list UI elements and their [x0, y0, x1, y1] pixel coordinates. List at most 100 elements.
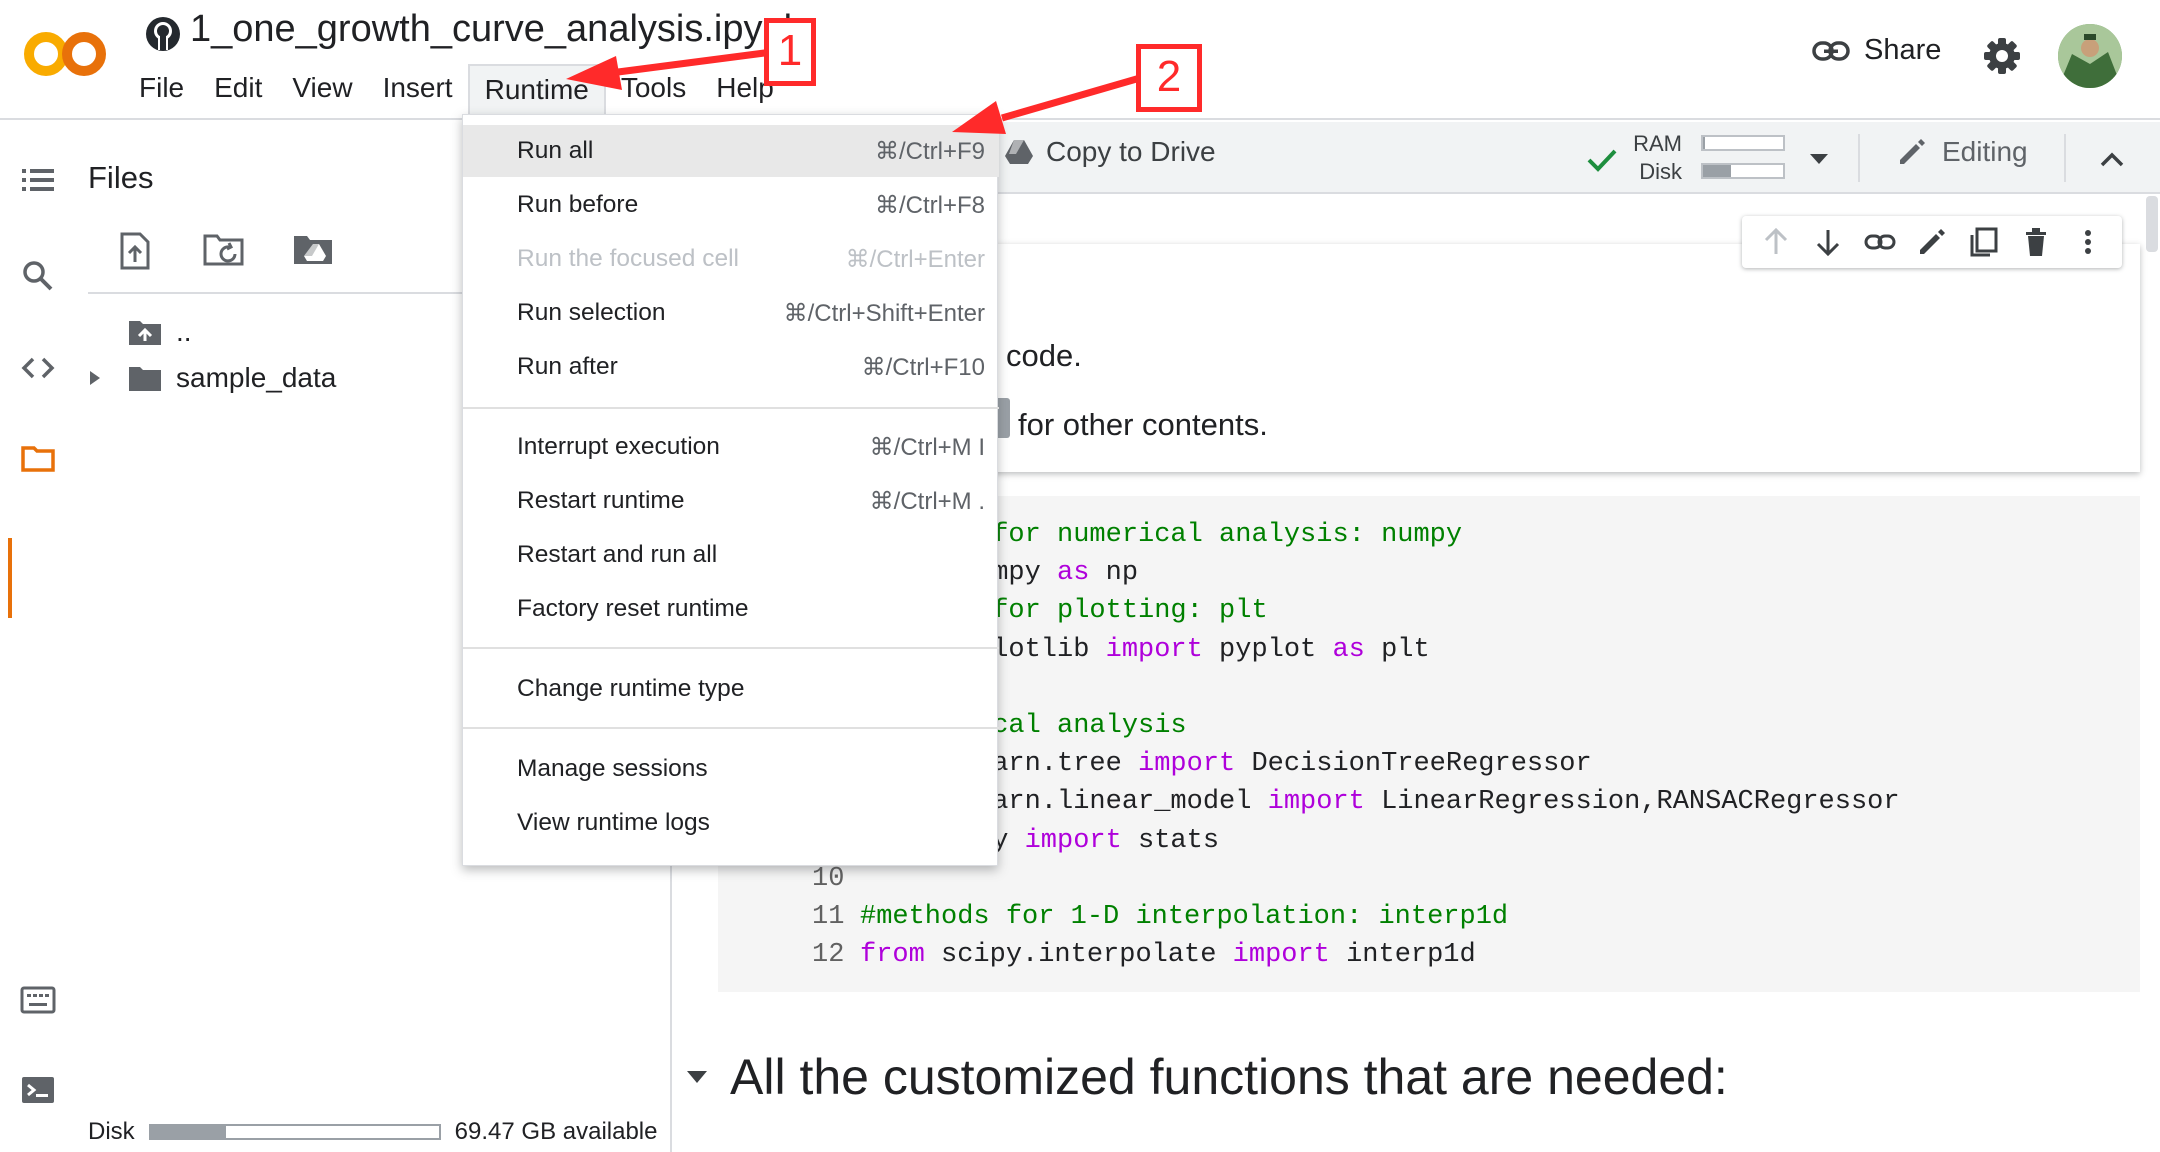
runtime-menu-item[interactable]: Run all ⌘/Ctrl+F9 [463, 125, 999, 177]
runtime-menu-item[interactable]: Manage sessions [463, 743, 999, 795]
code-token: as [1057, 558, 1090, 589]
tree-row-sample-data[interactable]: sample_data [88, 358, 336, 398]
menu-item-shortcut: ⌘/Ctrl+Shift+Enter [783, 299, 985, 327]
menu-separator [463, 407, 999, 409]
drive-folder-icon[interactable] [292, 230, 334, 272]
connected-check-icon[interactable] [1584, 142, 1620, 178]
code-line: for numerical analysis: numpy [976, 520, 1462, 550]
code-token: for numerical analysis: numpy [976, 520, 1463, 550]
refresh-folder-icon[interactable] [202, 230, 244, 272]
menu-item-label: Restart runtime [517, 487, 685, 514]
copy-to-drive-button[interactable]: Copy to Drive [1004, 136, 1216, 168]
text-cell-line-1: code. [1006, 338, 1082, 373]
arrow-down-icon[interactable] [1812, 226, 1844, 258]
code-token: earn.linear_model [976, 787, 1268, 818]
runtime-menu-item[interactable]: Run selection ⌘/Ctrl+Shift+Enter [463, 287, 999, 339]
runtime-menu-item[interactable]: Restart runtime ⌘/Ctrl+M . [463, 475, 999, 527]
menu-separator [463, 647, 999, 649]
code-token: import [1138, 749, 1236, 780]
trash-icon[interactable] [2020, 226, 2052, 258]
editing-mode-button[interactable]: Editing [1896, 136, 2028, 168]
menu-item-shortcut: ⌘/Ctrl+M I [869, 433, 985, 461]
runtime-menu-item[interactable]: Run after ⌘/Ctrl+F10 [463, 341, 999, 393]
runtime-menu-item[interactable]: Run before ⌘/Ctrl+F8 [463, 179, 999, 231]
search-icon[interactable] [18, 256, 58, 296]
menu-view[interactable]: View [277, 64, 367, 114]
code-token: from [860, 940, 925, 971]
menu-item-label: Run selection [517, 299, 666, 326]
menu-item-label: View runtime logs [517, 809, 710, 836]
code-line: py import stats [976, 826, 1219, 856]
menu-item-label: Manage sessions [517, 755, 708, 782]
code-line: #methods for 1-D interpolation: interp1d [860, 902, 1508, 932]
tree-label-sample-data: sample_data [176, 362, 337, 393]
menu-item-label: Factory reset runtime [517, 595, 749, 622]
menu-item-label: Run after [517, 353, 618, 380]
menu-item-shortcut: ⌘/Ctrl+F9 [874, 137, 985, 165]
runtime-menu: Run all ⌘/Ctrl+F9 Run before ⌘/Ctrl+F8 Run t… [462, 114, 999, 866]
copy-to-drive-label: Copy to Drive [1046, 136, 1216, 167]
menu-insert[interactable]: Insert [368, 64, 468, 114]
menu-runtime[interactable]: Runtime [467, 64, 606, 114]
code-token: stats [1121, 825, 1220, 856]
menu-item-shortcut: ⌘/Ctrl+F10 [861, 353, 985, 381]
app-header: 1_one_growth_curve_analysis.ipynb File E… [0, 0, 2160, 120]
more-vert-icon[interactable] [2072, 226, 2104, 258]
resource-labels[interactable]: RAM Disk [1630, 130, 1682, 186]
disk-usage-bar [148, 1124, 441, 1140]
runtime-menu-item[interactable]: View runtime logs [463, 797, 999, 849]
menu-item-label: Run the focused cell [517, 245, 739, 272]
menu-tools[interactable]: Tools [606, 64, 701, 114]
colab-logo[interactable] [22, 24, 112, 84]
code-line: umpy as np [976, 558, 1138, 588]
menu-file[interactable]: File [124, 64, 199, 114]
link-icon[interactable] [1864, 226, 1896, 258]
code-line: earn.linear_model import LinearRegressio… [976, 787, 1900, 817]
code-line: from scipy.interpolate import interp1d [860, 940, 1476, 970]
drive-icon [1004, 138, 1034, 166]
files-disk-status: Disk 69.47 GB available [88, 1118, 657, 1146]
terminal-icon[interactable] [18, 1070, 58, 1110]
collapse-chevron-icon[interactable] [2094, 142, 2130, 178]
annotation-label-1: 1 [764, 18, 816, 86]
code-line: plotlib import pyplot as plt [976, 635, 1430, 665]
menu-item-shortcut: ⌘/Ctrl+Enter [845, 245, 985, 273]
share-button[interactable]: Share [1812, 34, 1941, 67]
folder-icon[interactable] [18, 438, 58, 478]
code-token: np [1089, 558, 1139, 589]
line-number: 11 [812, 902, 845, 932]
code-line: ical analysis [976, 711, 1187, 741]
upload-icon[interactable] [114, 230, 156, 272]
folder-up-icon [128, 318, 162, 346]
runtime-menu-item[interactable]: Interrupt execution ⌘/Ctrl+M I [463, 421, 999, 473]
disk-usage-fill [1703, 165, 1731, 177]
toc-icon[interactable] [18, 160, 58, 200]
tree-row-parent[interactable]: .. [88, 312, 192, 352]
code-line: for plotting: plt [976, 596, 1267, 626]
chevron-down-icon[interactable] [1808, 152, 1830, 166]
command-palette-icon[interactable] [18, 980, 58, 1020]
notebook-scrollbar[interactable] [2146, 196, 2158, 252]
disk-usage-bar [1701, 163, 1785, 179]
arrow-up-icon[interactable] [1760, 226, 1792, 258]
line-number: 10 [812, 863, 845, 894]
edit-icon[interactable] [1916, 226, 1948, 258]
notebook-title[interactable]: 1_one_growth_curve_analysis.ipynb [190, 8, 805, 51]
runtime-menu-item[interactable]: Factory reset runtime [463, 583, 999, 635]
toolbar-divider [1858, 134, 1860, 182]
code-token: LinearRegression,RANSACRegressor [1364, 787, 1900, 818]
runtime-menu-item[interactable]: Restart and run all [463, 529, 999, 581]
menu-edit[interactable]: Edit [199, 64, 277, 114]
mirror-cell-icon[interactable] [1968, 226, 2000, 258]
collapse-section-icon[interactable] [686, 1070, 708, 1084]
gear-icon[interactable] [1982, 36, 2022, 76]
avatar[interactable] [2058, 24, 2122, 88]
github-icon [143, 14, 183, 54]
runtime-menu-item[interactable]: Change runtime type [463, 663, 999, 715]
expand-arrow-icon[interactable] [88, 369, 128, 387]
menu-item-shortcut: ⌘/Ctrl+F8 [874, 191, 985, 219]
code-icon[interactable] [18, 348, 58, 388]
section-heading[interactable]: All the customized functions that are ne… [686, 1048, 1728, 1106]
code-token: earn.tree [976, 749, 1139, 780]
disk-usage-fill [150, 1126, 226, 1138]
